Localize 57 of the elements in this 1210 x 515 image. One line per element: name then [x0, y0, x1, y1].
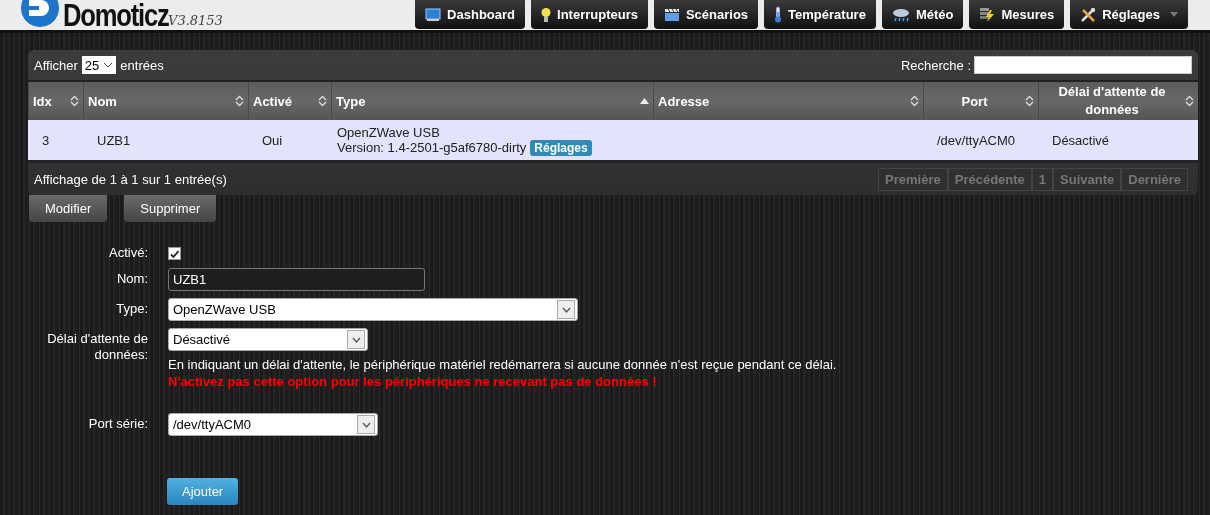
field-label: Nom: [115, 270, 148, 287]
nav-tab[interactable]: Scénarios [653, 0, 759, 29]
label-text: Afficher [34, 57, 78, 73]
chevron-down-icon [361, 421, 371, 428]
settings-button[interactable]: Réglages [530, 139, 592, 156]
logo-text: Domoticz [63, 0, 169, 30]
nav-tab[interactable]: Réglages [1070, 0, 1188, 29]
column-header[interactable]: Idx [28, 82, 83, 120]
column-header[interactable]: Délai d'attente de données [1038, 82, 1198, 120]
chevron-down-icon [561, 306, 571, 313]
rain-cloud-icon [891, 7, 910, 22]
version-text: Version: 1.4-2501-g5af6780-dirty [337, 139, 527, 155]
column-header[interactable]: Port [923, 82, 1038, 120]
field-label: Type: [115, 300, 148, 317]
nav-tab[interactable]: Météo [881, 0, 964, 29]
search-field[interactable] [974, 56, 1192, 74]
table-cell: /dev/ttyACM0 [937, 132, 1016, 148]
dropdown[interactable]: Désactivé [168, 328, 368, 351]
column-header[interactable]: Activé [248, 82, 331, 120]
column-header[interactable]: Type [331, 82, 653, 120]
field-label: Port série: [87, 415, 148, 432]
table-cell: UZB1 [97, 132, 131, 148]
nav-tab[interactable]: Température [764, 0, 876, 29]
action-button[interactable]: Supprimer [124, 195, 217, 222]
type-text: OpenZWave USB [337, 124, 440, 140]
table-cell: 3 [42, 132, 50, 148]
dropdown[interactable]: /dev/ttyACM0 [168, 413, 378, 436]
page-size-dropdown[interactable]: 25 [81, 56, 117, 74]
clapperboard-icon [663, 7, 680, 22]
field-label: Délai d'attente de données: [46, 330, 148, 363]
table-cell: Désactivé [1052, 132, 1110, 148]
nav-tab[interactable]: Mesures [969, 0, 1065, 29]
table-cell: Oui [262, 132, 283, 148]
chevron-down-icon [351, 336, 361, 343]
dropdown[interactable]: OpenZWave USB [168, 298, 578, 321]
action-button[interactable]: Modifier [29, 195, 108, 222]
light-bulb-icon [541, 6, 551, 23]
nav-tab[interactable]: Interrupteurs [531, 0, 648, 29]
table-row[interactable]: 3 UZB1 Oui OpenZWave USB Version: 1.4-2501-g5af6780-dirty Réglages /dev/ttyACM0 Désactivé [28, 120, 1198, 163]
table-info-text: Affichage de 1 à 1 sur 1 entrée(s) [34, 171, 227, 187]
lightning-icon [979, 6, 996, 23]
help-text: En indiquant un délai d'attente, le périphérique matériel redémarrera si aucune donnée n'est reçue pendant ce délai. [168, 356, 838, 374]
thermometer-icon [774, 6, 783, 23]
text-field[interactable]: UZB1 [168, 268, 425, 291]
search-label: Recherche : [900, 57, 971, 73]
nav-tab[interactable]: Dashboard [415, 0, 525, 29]
logo-icon [20, 0, 60, 30]
warning-text: N'activez pas cette option pour les périphériques ne recevant pas de données ! [168, 374, 658, 389]
monitor-icon [425, 7, 442, 22]
label-text: entrées [120, 57, 164, 73]
tools-icon [1080, 6, 1097, 23]
field-label: Activé: [108, 244, 148, 261]
column-header[interactable]: Nom [83, 82, 248, 120]
chevron-down-icon [103, 62, 114, 68]
column-header[interactable]: Adresse [653, 82, 923, 120]
checkbox[interactable] [168, 247, 181, 260]
version-text: V3.8153 [168, 13, 223, 28]
